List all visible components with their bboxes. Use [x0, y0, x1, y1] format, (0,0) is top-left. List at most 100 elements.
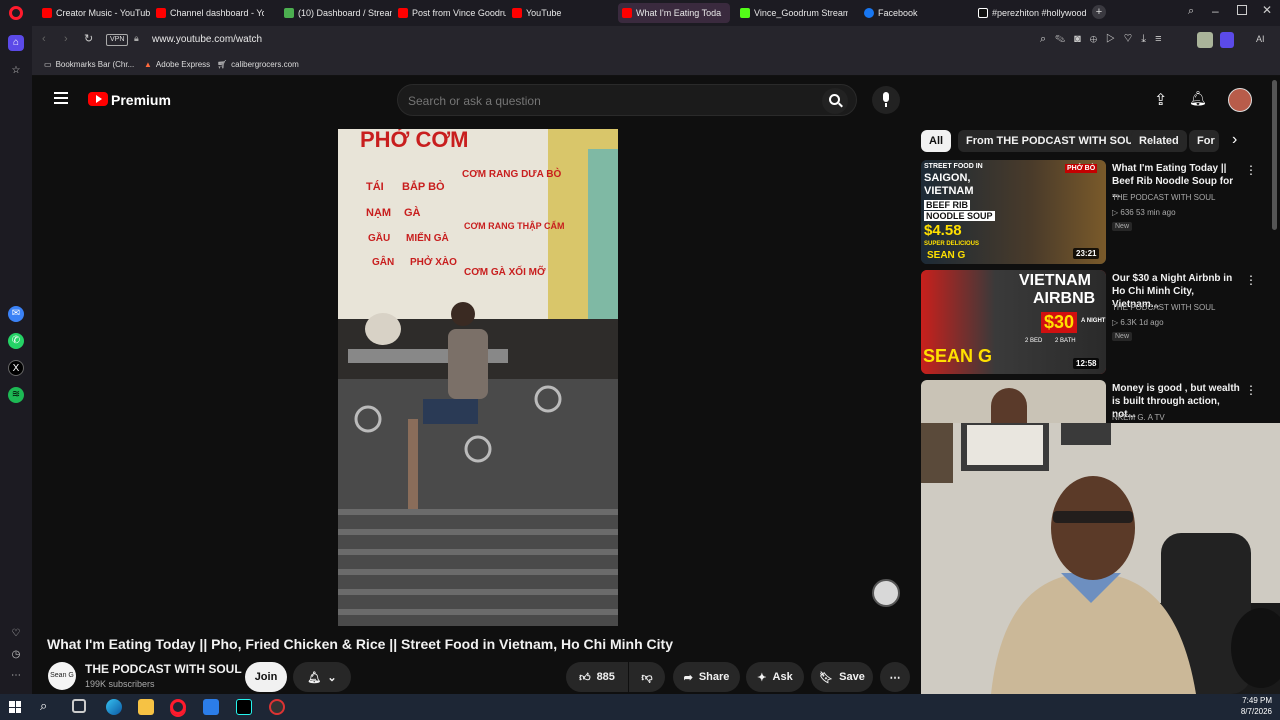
rec-1-thumb-text: SUPER DELICIOUS — [924, 241, 980, 247]
sign-text-ga: GÀ — [404, 207, 421, 219]
rec-2-menu-icon[interactable]: ⋮ — [1245, 273, 1257, 287]
forward-icon[interactable]: › — [64, 33, 68, 45]
youtube-favicon-icon — [512, 8, 522, 18]
bookmark-adobe[interactable]: ▲ Adobe Express — [144, 60, 210, 69]
rec-3-channel[interactable]: NKEM G. A TV — [1112, 413, 1165, 422]
rec-1-thumb-text: SEAN G — [927, 250, 966, 261]
chevron-right-icon[interactable]: › — [1232, 131, 1237, 149]
back-icon[interactable]: ‹ — [42, 33, 46, 45]
extension-icon[interactable] — [1220, 32, 1234, 48]
opera-logo-icon[interactable] — [9, 6, 23, 20]
rec-3-menu-icon[interactable]: ⋮ — [1245, 383, 1257, 397]
home-icon[interactable]: ⌂ — [8, 35, 24, 51]
tab-tiktok[interactable]: #perezhiton #hollywood — [974, 3, 1086, 23]
chip-from-channel[interactable]: From THE PODCAST WITH SOUL — [958, 130, 1149, 152]
channel-name[interactable]: THE PODCAST WITH SOUL — [85, 662, 242, 676]
opera-sidebar: ⌂ ☆ ✉ ✆ X ≋ ♡ ◷ ⋯ — [0, 26, 32, 694]
folder-icon: ▭ — [44, 60, 52, 69]
heart-icon[interactable]: ♡ — [8, 626, 24, 642]
star-icon[interactable]: ☆ — [8, 63, 24, 79]
tab-creator-music[interactable]: Creator Music - YouTube — [38, 3, 150, 23]
voice-search-button[interactable] — [872, 86, 900, 114]
reload-icon[interactable]: ↻ — [84, 32, 93, 45]
file-explorer-icon[interactable] — [138, 699, 154, 715]
new-tab-icon[interactable]: + — [1092, 5, 1106, 19]
tab-channel-dashboard[interactable]: Channel dashboard - You — [152, 3, 264, 23]
search-box[interactable] — [397, 84, 857, 116]
bookmark-folder[interactable]: ▭ Bookmarks Bar (Chr... — [44, 60, 134, 69]
tab-label: Creator Music - YouTube — [56, 8, 150, 18]
vpn-badge[interactable]: VPN — [106, 34, 129, 46]
youtube-logo-icon[interactable] — [88, 92, 108, 106]
rec-1-channel[interactable]: THE PODCAST WITH SOUL — [1112, 193, 1215, 202]
url-field[interactable]: www.youtube.com/watch — [152, 34, 262, 45]
toolbar-icons[interactable]: ⌕✎◙⊕▷♡⤓≡ — [1040, 33, 1171, 46]
save-button[interactable]: 🔖︎ Save — [811, 662, 873, 692]
like-button[interactable]: 👍︎ 885 — [566, 662, 628, 692]
channel-avatar[interactable]: Sean G — [48, 662, 76, 690]
rec-1-thumb-text: STREET FOOD IN — [924, 163, 983, 170]
history-icon[interactable]: ◷ — [8, 647, 24, 663]
tab-what-im-eating[interactable]: What I'm Eating Toda — [618, 3, 730, 23]
channel-watermark-icon[interactable] — [872, 579, 900, 607]
notifications-bell-icon[interactable]: 🔔︎ — [1189, 90, 1207, 107]
more-horizontal-icon: ⋯ — [889, 671, 901, 684]
account-avatar[interactable] — [1228, 88, 1252, 112]
scrollbar-thumb[interactable] — [1272, 80, 1277, 230]
rec-2-badge: New — [1112, 332, 1133, 341]
spotify-icon[interactable]: ≋ — [8, 387, 24, 403]
rec-3-thumbnail[interactable] — [921, 380, 1106, 424]
tab-label: Channel dashboard - You — [170, 8, 264, 18]
ai-button[interactable]: AI — [1256, 34, 1265, 44]
more-actions-button[interactable]: ⋯ — [880, 662, 910, 692]
bell-icon: 🔔︎ — [307, 671, 322, 684]
opera-taskbar-icon[interactable] — [170, 699, 186, 715]
profile-icon[interactable] — [1197, 32, 1213, 48]
join-button[interactable]: Join — [245, 662, 287, 692]
messenger-icon[interactable]: ✉ — [8, 306, 24, 322]
ask-button[interactable]: ✦ Ask — [746, 662, 804, 692]
task-view-icon[interactable] — [72, 699, 86, 713]
clock-date[interactable]: 8/7/2026 — [1232, 707, 1272, 716]
chip-related[interactable]: Related — [1131, 130, 1187, 152]
facebook-favicon-icon — [864, 8, 874, 18]
share-button[interactable]: ➦ Share — [673, 662, 740, 692]
maximize-icon[interactable] — [1237, 5, 1247, 15]
search-button[interactable] — [822, 88, 848, 114]
windows-start-icon[interactable] — [9, 701, 21, 713]
tab-streamlabs[interactable]: (10) Dashboard / Streamla — [280, 3, 392, 23]
upload-icon[interactable]: ⇪ — [1154, 90, 1167, 110]
minimize-icon[interactable]: – — [1212, 4, 1219, 18]
tiktok-taskbar-icon[interactable] — [236, 699, 252, 715]
tab-kick-stream[interactable]: Vince_Goodrum Stream - — [736, 3, 848, 23]
rec-1-thumb-text: VIETNAM — [924, 185, 974, 197]
whatsapp-icon[interactable]: ✆ — [8, 333, 24, 349]
x-twitter-icon[interactable]: X — [8, 360, 24, 376]
chip-for[interactable]: For — [1189, 130, 1219, 152]
store-icon[interactable] — [203, 699, 219, 715]
taskbar-search-icon[interactable]: ⌕ — [40, 698, 47, 714]
rec-2-channel[interactable]: THE PODCAST WITH SOUL — [1112, 303, 1215, 312]
close-icon[interactable]: ✕ — [1262, 3, 1272, 17]
search-input[interactable] — [408, 92, 808, 110]
rec-1-thumbnail[interactable]: STREET FOOD IN SAIGON, VIETNAM BEEF RIB … — [921, 160, 1106, 264]
tab-youtube[interactable]: YouTube — [508, 3, 612, 23]
chip-all[interactable]: All — [921, 130, 952, 152]
edge-icon[interactable] — [106, 699, 122, 715]
menu-icon[interactable] — [54, 92, 68, 104]
obs-icon[interactable] — [269, 699, 285, 715]
dislike-button[interactable]: 👎︎ — [629, 662, 665, 692]
tab-facebook[interactable]: Facebook — [860, 3, 968, 23]
clock-time[interactable]: 7:49 PM — [1236, 696, 1272, 705]
more-icon[interactable]: ⋯ — [8, 668, 24, 684]
rec-2-thumb-text: 2 BATH — [1055, 338, 1076, 344]
subscribed-notifications-button[interactable]: 🔔︎ ⌄ — [293, 662, 351, 692]
bookmark-caliber[interactable]: 🛒︎ calibergrocers.com — [217, 60, 299, 69]
rec-2-thumbnail[interactable]: VIETNAM AIRBNB $30 A NIGHT SEAN G 2 BED … — [921, 270, 1106, 374]
rec-1-duration: 23:21 — [1073, 248, 1100, 259]
youtube-logo-text[interactable]: Premium — [111, 92, 171, 108]
rec-1-menu-icon[interactable]: ⋮ — [1245, 163, 1257, 177]
tab-search-icon[interactable]: ⌕ — [1188, 5, 1194, 18]
tab-post-vince[interactable]: Post from Vince Goodrum — [394, 3, 506, 23]
video-player[interactable]: PHỞ CƠM TÁI BẮP BÒ NẠM GÀ GẦU MIẾN GÀ GÂ… — [338, 129, 618, 626]
